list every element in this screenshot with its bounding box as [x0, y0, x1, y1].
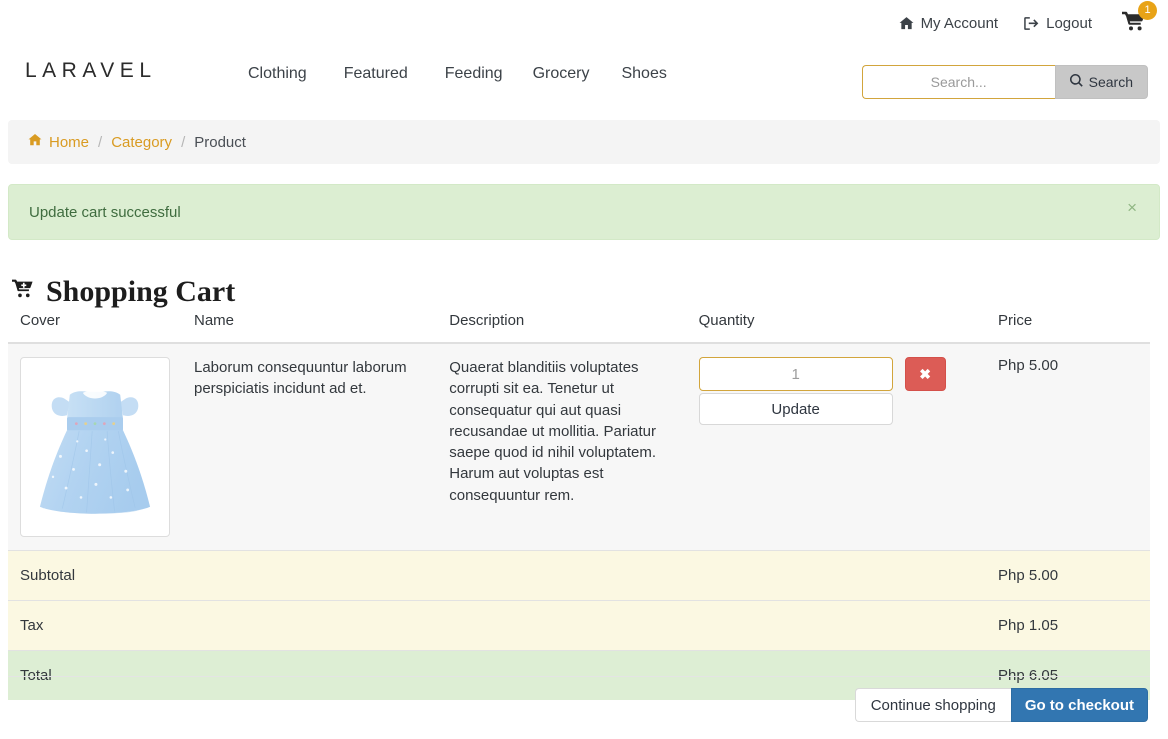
home-icon: [899, 16, 914, 31]
cart-table: Cover Name Description Quantity Price La…: [8, 303, 1150, 700]
my-account-link[interactable]: My Account: [899, 15, 999, 32]
quantity-controls: Update ✖: [698, 357, 974, 425]
cart-actions: Continue shopping Go to checkout: [854, 688, 1148, 722]
section-divider: [8, 676, 1150, 677]
quantity-stack: Update: [698, 357, 893, 425]
summary-value: Php 1.05: [986, 600, 1150, 651]
top-utility-bar: My Account Logout 1: [0, 0, 1168, 46]
search-button[interactable]: Search: [1054, 65, 1148, 99]
column-header-quantity: Quantity: [686, 303, 987, 344]
product-description: Quaerat blanditiis voluptates corrupti s…: [449, 359, 657, 504]
summary-row-tax: Tax Php 1.05: [8, 600, 1150, 651]
quantity-input[interactable]: [698, 357, 893, 391]
search-icon: [1069, 73, 1083, 90]
continue-shopping-button[interactable]: Continue shopping: [854, 688, 1011, 722]
close-icon: ✖: [919, 365, 931, 382]
column-header-price: Price: [986, 303, 1150, 344]
cart-table-body: Laborum consequuntur laborum perspiciati…: [8, 343, 1150, 700]
cart-button[interactable]: 1: [1118, 1, 1157, 37]
product-thumbnail[interactable]: [20, 357, 170, 537]
product-price: Php 5.00: [998, 357, 1059, 374]
logout-link[interactable]: Logout: [1024, 15, 1092, 32]
table-row: Laborum consequuntur laborum perspiciati…: [8, 343, 1150, 551]
search-form: Search: [861, 65, 1148, 99]
breadcrumb-separator: /: [98, 133, 103, 151]
product-name: Laborum consequuntur laborum perspiciati…: [194, 359, 407, 398]
main-navigation: Clothing Featured Feeding Grocery Shoes: [248, 65, 701, 83]
cart-table-head: Cover Name Description Quantity Price: [8, 303, 1150, 344]
cart-count-badge: 1: [1138, 1, 1157, 20]
product-image: [25, 362, 165, 532]
remove-item-button[interactable]: ✖: [904, 357, 946, 391]
breadcrumb-separator: /: [181, 133, 186, 151]
nav-item-featured[interactable]: Featured: [344, 65, 445, 83]
alert-message: Update cart successful: [29, 203, 181, 221]
shopping-cart-page: My Account Logout 1 LARAVEL Clothing Fea…: [0, 0, 1168, 739]
summary-label: Tax: [8, 600, 987, 651]
summary-label: Subtotal: [8, 550, 987, 601]
success-alert: Update cart successful ×: [8, 184, 1160, 240]
cell-description: Quaerat blanditiis voluptates corrupti s…: [437, 343, 687, 551]
cell-quantity: Update ✖: [686, 343, 987, 551]
column-header-cover: Cover: [8, 303, 182, 344]
update-button[interactable]: Update: [698, 393, 893, 425]
alert-close-icon[interactable]: ×: [1121, 198, 1143, 217]
breadcrumb: Home / Category / Product: [8, 120, 1160, 164]
breadcrumb-home-label: Home: [49, 133, 90, 151]
logout-label: Logout: [1046, 15, 1092, 32]
column-header-description: Description: [437, 303, 687, 344]
summary-row-subtotal: Subtotal Php 5.00: [8, 550, 1150, 601]
cell-cover: [8, 343, 182, 551]
nav-item-shoes[interactable]: Shoes: [621, 65, 700, 83]
logout-icon: [1024, 16, 1039, 31]
top-utility-links: My Account Logout 1: [899, 1, 1157, 37]
table-header-row: Cover Name Description Quantity Price: [8, 303, 1150, 344]
cell-price: Php 5.00: [986, 343, 1150, 551]
breadcrumb-category[interactable]: Category: [111, 134, 172, 151]
breadcrumb-product: Product: [194, 133, 246, 151]
home-icon: [28, 133, 42, 151]
brand-logo[interactable]: LARAVEL: [25, 59, 157, 83]
search-input[interactable]: [861, 65, 1055, 99]
my-account-label: My Account: [920, 15, 999, 32]
nav-item-grocery[interactable]: Grocery: [533, 65, 622, 83]
breadcrumb-home[interactable]: Home: [28, 133, 89, 151]
summary-value: Php 5.00: [986, 550, 1150, 601]
cell-name: Laborum consequuntur laborum perspiciati…: [182, 343, 438, 551]
nav-item-feeding[interactable]: Feeding: [445, 65, 533, 83]
column-header-name: Name: [182, 303, 438, 344]
nav-item-clothing[interactable]: Clothing: [248, 65, 344, 83]
go-to-checkout-button[interactable]: Go to checkout: [1010, 688, 1148, 722]
search-button-label: Search: [1088, 74, 1133, 90]
